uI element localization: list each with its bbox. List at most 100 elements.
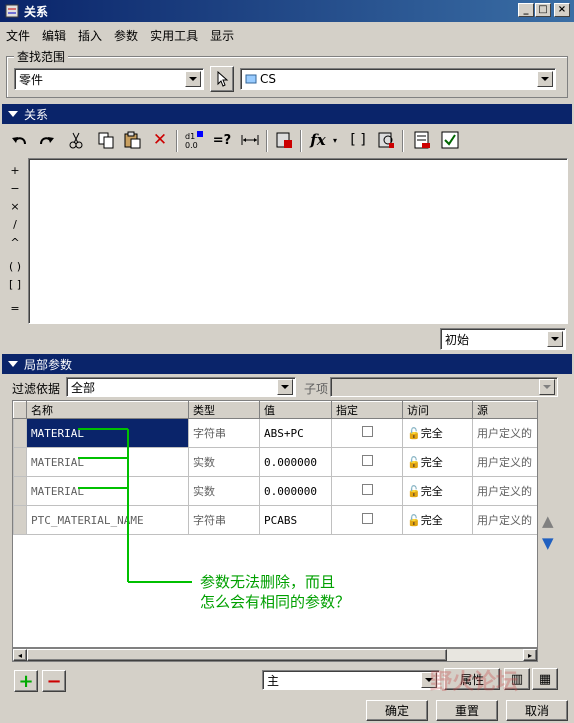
units-icon[interactable]: d1 0.0 <box>182 128 206 152</box>
cursor-icon <box>217 71 229 87</box>
chevron-down-icon[interactable] <box>185 71 201 87</box>
select-pointer-button[interactable] <box>210 66 234 92</box>
column-header-value[interactable]: 值 <box>259 401 332 419</box>
function-icon[interactable]: fx <box>306 128 330 152</box>
redo-icon[interactable] <box>34 128 58 152</box>
param-access-cell[interactable]: 🔓完全 <box>402 505 473 535</box>
verify-icon[interactable]: =? <box>210 128 234 152</box>
move-down-arrow-icon[interactable]: ▼ <box>542 534 554 552</box>
sub-item-label: 子项 <box>304 382 329 396</box>
param-value-cell[interactable]: 0.000000 <box>259 476 332 506</box>
param-type-cell[interactable]: 实数 <box>188 476 260 506</box>
measure-icon[interactable] <box>238 128 262 152</box>
menu-insert[interactable]: 插入 <box>78 27 102 44</box>
menu-file[interactable]: 文件 <box>6 27 30 44</box>
operator-minus-button[interactable]: − <box>6 180 24 196</box>
param-type-cell[interactable]: 字符串 <box>188 418 260 448</box>
menu-parameters[interactable]: 参数 <box>114 27 138 44</box>
chevron-down-icon[interactable]: ▾ <box>330 128 340 152</box>
param-type-cell[interactable]: 实数 <box>188 447 260 477</box>
param-name-cell[interactable]: MATERIAL <box>26 418 189 448</box>
relations-section-header[interactable]: 关系 <box>2 104 572 124</box>
sub-item-select[interactable] <box>330 377 558 397</box>
table-row[interactable]: MATERIAL 实数 0.000000 🔓完全 用户定义的 <box>13 447 537 477</box>
maximize-button[interactable]: □ <box>535 3 551 17</box>
menu-display[interactable]: 显示 <box>210 27 234 44</box>
relations-mode-select[interactable]: 初始 <box>440 328 566 350</box>
designate-checkbox[interactable] <box>331 505 403 535</box>
scroll-right-arrow-icon[interactable]: ▸ <box>523 649 537 661</box>
collapse-icon <box>8 111 18 117</box>
table-header-row: 名称 类型 值 指定 访问 源 <box>13 401 537 419</box>
operator-power-button[interactable]: ^ <box>6 234 24 250</box>
chevron-down-icon[interactable] <box>539 379 555 395</box>
param-name-cell[interactable]: PTC_MATERIAL_NAME <box>26 505 189 535</box>
column-header-name[interactable]: 名称 <box>26 401 189 419</box>
operator-divide-button[interactable]: / <box>6 216 24 232</box>
detail-view-button[interactable]: ▦ <box>532 668 558 690</box>
operator-plus-button[interactable]: + <box>6 162 24 178</box>
relations-editor[interactable] <box>28 158 568 324</box>
lock-icon: 🔓 <box>407 485 421 498</box>
cut-icon[interactable] <box>64 128 88 152</box>
column-header-designate[interactable]: 指定 <box>331 401 403 419</box>
scope-type-select[interactable]: 零件 <box>14 68 204 90</box>
add-parameter-button[interactable]: + <box>14 670 38 692</box>
move-up-arrow-icon[interactable]: ▲ <box>542 512 554 530</box>
operator-multiply-button[interactable]: × <box>6 198 24 214</box>
param-value-cell[interactable]: 0.000000 <box>259 447 332 477</box>
designate-checkbox[interactable] <box>331 447 403 477</box>
filter-select[interactable]: 全部 <box>66 377 296 397</box>
chevron-down-icon[interactable] <box>277 379 293 395</box>
watermark: 野火论坛 <box>430 669 519 695</box>
param-source-cell: 用户定义的 <box>472 505 537 535</box>
cancel-button[interactable]: 取消 <box>506 700 568 721</box>
designate-checkbox[interactable] <box>331 418 403 448</box>
paste-icon[interactable] <box>120 128 144 152</box>
chevron-down-icon[interactable] <box>537 71 553 87</box>
table-row[interactable]: PTC_MATERIAL_NAME 字符串 PCABS 🔓完全 用户定义的 <box>13 505 537 535</box>
menu-edit[interactable]: 编辑 <box>42 27 66 44</box>
param-name-cell[interactable]: MATERIAL <box>26 447 189 477</box>
param-access-cell[interactable]: 🔓完全 <box>402 476 473 506</box>
param-type-cell[interactable]: 字符串 <box>188 505 260 535</box>
main-select[interactable]: 主 <box>262 670 440 690</box>
designate-checkbox[interactable] <box>331 476 403 506</box>
operator-equals-button[interactable]: = <box>6 300 24 316</box>
param-value-cell[interactable]: ABS+PC <box>259 418 332 448</box>
evaluate-icon[interactable] <box>374 128 398 152</box>
close-button[interactable]: × <box>554 3 570 17</box>
chevron-down-icon[interactable] <box>547 331 563 347</box>
column-header-type[interactable]: 类型 <box>188 401 260 419</box>
menu-utilities[interactable]: 实用工具 <box>150 27 198 44</box>
remove-parameter-button[interactable]: − <box>42 670 66 692</box>
minimize-button[interactable]: _ <box>518 3 534 17</box>
scope-object-select[interactable]: CS <box>240 68 556 90</box>
horizontal-scrollbar[interactable]: ◂ ▸ <box>12 648 538 662</box>
column-header-access[interactable]: 访问 <box>402 401 473 419</box>
window-title: 关系 <box>24 4 49 19</box>
copy-icon[interactable] <box>94 128 118 152</box>
table-row[interactable]: MATERIAL 字符串 ABS+PC 🔓完全 用户定义的 <box>13 418 537 448</box>
operator-parentheses-button[interactable]: ( ) <box>6 258 24 274</box>
check-icon[interactable] <box>438 128 462 152</box>
scrollbar-thumb[interactable] <box>27 649 447 661</box>
local-params-section-header[interactable]: 局部参数 <box>2 354 572 374</box>
delete-icon[interactable]: ✕ <box>148 128 172 152</box>
param-access-cell[interactable]: 🔓完全 <box>402 418 473 448</box>
table-row[interactable]: MATERIAL 实数 0.000000 🔓完全 用户定义的 <box>13 476 537 506</box>
param-access-cell[interactable]: 🔓完全 <box>402 447 473 477</box>
operator-brackets-button[interactable]: [ ] <box>6 276 24 292</box>
sort-icon[interactable] <box>272 128 296 152</box>
relations-section-title: 关系 <box>24 107 49 122</box>
brackets-icon[interactable]: [ ] <box>346 128 370 152</box>
list-icon[interactable] <box>410 128 434 152</box>
param-name-cell[interactable]: MATERIAL <box>26 476 189 506</box>
undo-icon[interactable] <box>8 128 32 152</box>
param-value-cell[interactable]: PCABS <box>259 505 332 535</box>
column-header-source[interactable]: 源 <box>472 401 537 419</box>
scroll-left-arrow-icon[interactable]: ◂ <box>13 649 27 661</box>
reset-button[interactable]: 重置 <box>436 700 498 721</box>
ok-button[interactable]: 确定 <box>366 700 428 721</box>
local-params-section-title: 局部参数 <box>24 357 73 372</box>
